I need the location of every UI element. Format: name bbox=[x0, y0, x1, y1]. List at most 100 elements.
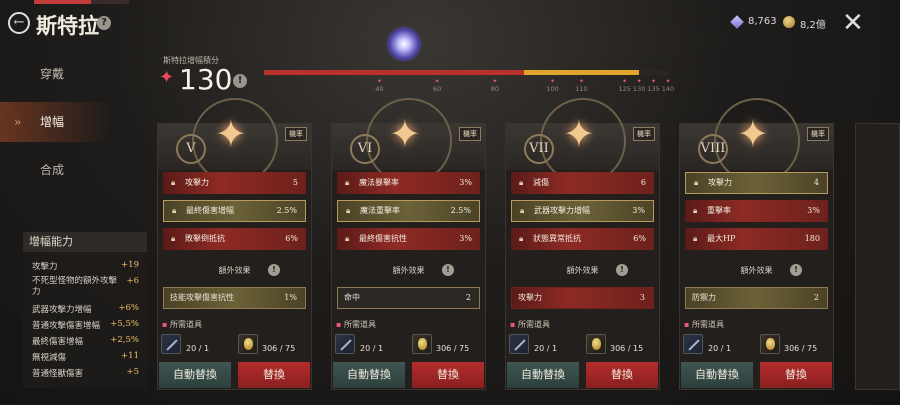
sidebar-item-label: 穿戴 bbox=[40, 67, 65, 81]
stat-option-row: 🔒︎ 攻擊力 4 bbox=[685, 172, 828, 194]
stat-option-row: 🔒︎ 最終傷害抗性 3% bbox=[337, 228, 480, 250]
item-count: 306 / 75 bbox=[436, 344, 470, 353]
auto-replace-button[interactable]: 自動替換 bbox=[159, 362, 231, 388]
probability-button[interactable]: 機率 bbox=[807, 127, 829, 141]
score-value: 130 bbox=[179, 63, 233, 96]
coin-count: 8,2億 bbox=[800, 20, 826, 31]
stat-option-row: 🔒︎ 攻擊力 5 bbox=[163, 172, 306, 194]
option-label: 最終傷害抗性 bbox=[359, 234, 407, 243]
card-header: ✦ V 機率 bbox=[158, 98, 311, 184]
option-label: 武器攻擊力增幅 bbox=[534, 206, 590, 215]
staff-item-icon[interactable] bbox=[683, 334, 703, 354]
lock-icon[interactable]: 🔒︎ bbox=[519, 172, 523, 194]
gold-pouch-icon[interactable] bbox=[238, 334, 258, 354]
option-value: 5 bbox=[292, 178, 298, 187]
stat-option-row: 🔒︎ 重擊率 3% bbox=[685, 200, 828, 222]
progress-milestones: ✦ 40 ✦ 60 ✦ 80 ✦ 100 ✦ 110 ✦ 125 ✦ 130 ✦ 135 ✦ 140 bbox=[264, 78, 684, 98]
option-label: 魔法暴擊率 bbox=[359, 178, 399, 187]
lock-icon[interactable]: 🔒︎ bbox=[693, 228, 697, 250]
lock-icon[interactable]: 🔒︎ bbox=[519, 228, 523, 250]
item-count: 306 / 15 bbox=[610, 344, 644, 353]
milestone-label: 40 bbox=[375, 85, 384, 93]
gold-pouch-icon[interactable] bbox=[586, 334, 606, 354]
item-count: 20 / 1 bbox=[708, 344, 732, 353]
sidebar-item-label: 合成 bbox=[40, 163, 65, 177]
option-label: 最終傷害增幅 bbox=[186, 206, 234, 215]
milestone-star-icon: ✦ bbox=[651, 78, 657, 85]
replace-button[interactable]: 替換 bbox=[760, 362, 832, 388]
replace-button[interactable]: 替換 bbox=[586, 362, 658, 388]
option-value: 6% bbox=[285, 234, 298, 243]
option-value: 180 bbox=[804, 234, 820, 243]
info-icon[interactable]: ! bbox=[268, 264, 280, 276]
staff-item-icon[interactable] bbox=[161, 334, 181, 354]
option-value: 6% bbox=[633, 234, 646, 243]
milestone-tick: ✦ 135 bbox=[647, 78, 659, 93]
back-arrow-icon[interactable]: ← bbox=[8, 12, 30, 34]
auto-replace-button[interactable]: 自動替換 bbox=[507, 362, 579, 388]
option-label: 攻擊力 bbox=[708, 178, 732, 187]
required-items-label: ▪ 所需道具 bbox=[684, 320, 724, 329]
close-icon[interactable]: ✕ bbox=[842, 10, 864, 36]
probability-button[interactable]: 機率 bbox=[285, 127, 307, 141]
info-icon[interactable]: ! bbox=[616, 264, 628, 276]
sidebar-item-synthesis[interactable]: 合成 bbox=[0, 150, 110, 190]
gold-pouch-icon[interactable] bbox=[760, 334, 780, 354]
stat-option-row: 🔒︎ 魔法暴擊率 3% bbox=[337, 172, 480, 194]
lock-icon[interactable]: 🔒︎ bbox=[520, 201, 524, 221]
lock-icon[interactable]: 🔒︎ bbox=[171, 228, 175, 250]
milestone-star-icon: ✦ bbox=[550, 78, 556, 85]
auto-replace-button[interactable]: 自動替換 bbox=[681, 362, 753, 388]
extra-value: 2 bbox=[813, 293, 819, 302]
auto-replace-button[interactable]: 自動替換 bbox=[333, 362, 405, 388]
milestone-label: 80 bbox=[490, 85, 499, 93]
stat-option-row: 🔒︎ 減傷 6 bbox=[511, 172, 654, 194]
staff-item-icon[interactable] bbox=[335, 334, 355, 354]
milestone-tick: ✦ 130 bbox=[633, 78, 645, 93]
info-icon[interactable]: ! bbox=[442, 264, 454, 276]
lock-icon[interactable]: 🔒︎ bbox=[694, 173, 698, 193]
lock-icon[interactable]: 🔒︎ bbox=[693, 200, 697, 222]
probability-button[interactable]: 機率 bbox=[459, 127, 481, 141]
option-label: 重擊率 bbox=[707, 206, 731, 215]
info-icon[interactable]: ! bbox=[790, 264, 802, 276]
card-numeral: VII bbox=[524, 134, 554, 164]
required-items-label: ▪ 所需道具 bbox=[510, 320, 550, 329]
option-label: 魔法重擊率 bbox=[360, 206, 400, 215]
stat-row: 不死型怪物的額外攻擊力 +6 bbox=[32, 276, 139, 297]
milestone-tick: ✦ 60 bbox=[433, 78, 441, 93]
item-count: 20 / 1 bbox=[360, 344, 384, 353]
stella-orb-icon bbox=[386, 26, 422, 62]
status-bar bbox=[34, 0, 129, 4]
lock-icon[interactable]: 🔒︎ bbox=[171, 172, 175, 194]
gold-pouch-icon[interactable] bbox=[412, 334, 432, 354]
milestone-tick: ✦ 80 bbox=[491, 78, 499, 93]
lock-icon[interactable]: 🔒︎ bbox=[345, 228, 349, 250]
gem-count: 8,763 bbox=[748, 16, 777, 27]
help-icon[interactable]: ? bbox=[97, 16, 111, 30]
progress-fill-red bbox=[264, 70, 524, 75]
milestone-tick: ✦ 140 bbox=[662, 78, 674, 93]
lock-icon[interactable]: 🔒︎ bbox=[346, 201, 350, 221]
staff-item-icon[interactable] bbox=[509, 334, 529, 354]
milestone-star-icon: ✦ bbox=[622, 78, 628, 85]
card-header: ✦ VI 機率 bbox=[332, 98, 485, 184]
sidebar-item-equip[interactable]: 穿戴 bbox=[0, 54, 110, 94]
lock-icon[interactable]: 🔒︎ bbox=[345, 172, 349, 194]
lock-icon[interactable]: 🔒︎ bbox=[172, 201, 176, 221]
info-icon[interactable]: ! bbox=[233, 74, 247, 88]
replace-button[interactable]: 替換 bbox=[238, 362, 310, 388]
milestone-star-icon: ✦ bbox=[376, 78, 382, 85]
replace-button[interactable]: 替換 bbox=[412, 362, 484, 388]
option-value: 3% bbox=[459, 234, 472, 243]
item-count: 20 / 1 bbox=[186, 344, 210, 353]
milestone-tick: ✦ 110 bbox=[575, 78, 587, 93]
probability-button[interactable]: 機率 bbox=[633, 127, 655, 141]
sidebar-item-label: 增幅 bbox=[40, 115, 65, 129]
compass-star-icon: ✦ bbox=[737, 112, 769, 156]
stat-option-row: 🔒︎ 敗擊倒抵抗 6% bbox=[163, 228, 306, 250]
milestone-label: 125 bbox=[618, 85, 631, 93]
star-icon: ✦ bbox=[159, 67, 175, 88]
sidebar-item-enhance[interactable]: » 增幅 bbox=[0, 102, 110, 142]
enhance-stats-panel[interactable]: 增幅能力 攻擊力 +19 不死型怪物的額外攻擊力 +6 武器攻擊力增幅 +6% 普通攻… bbox=[23, 232, 147, 388]
